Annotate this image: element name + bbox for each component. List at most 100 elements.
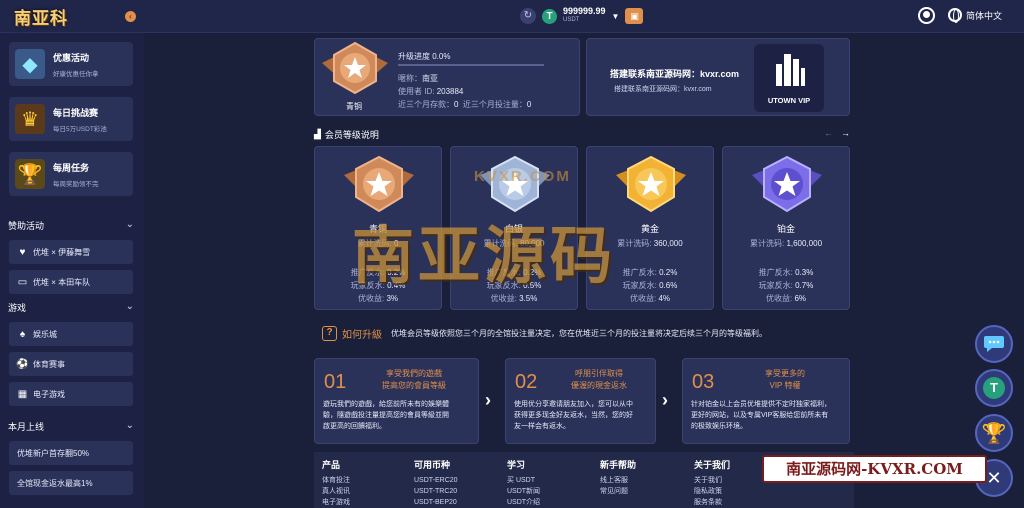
tier-bonus-label: 优收益:: [357, 294, 385, 303]
tier-bonus: 优收益: 6%: [723, 293, 849, 304]
chevron-down-icon: ⌄: [125, 420, 134, 431]
sidebar-item-sponsor-1[interactable]: ♥ 优堆 × 伊藤舞雪: [9, 240, 133, 264]
step-title-line: 優渥的現金返水: [571, 381, 627, 390]
step-card-2: 02 呼朋引伴取得 優渥的現金返水 使用优分享邀请朋友加入，您可以从中 获得更多现金…: [505, 358, 656, 444]
tier-promo-value: 0.2%: [659, 268, 678, 277]
promo-title: 每周任务: [53, 162, 90, 173]
footer-link[interactable]: 买 USDT: [507, 475, 540, 486]
language-label: 简体中文: [966, 10, 1003, 21]
balance-currency: USDT: [563, 17, 580, 23]
city-skyline-icon: [776, 54, 805, 86]
tier-promo-label: 推广反水:: [758, 268, 793, 277]
step-title-line: 享受我們的遊戲: [386, 369, 442, 378]
footer-link[interactable]: USDT新闻: [507, 486, 540, 497]
step-desc-line: 的极致娱乐环境。: [691, 423, 747, 430]
tier-bonus-label: 优收益:: [629, 294, 657, 303]
deposit-button[interactable]: ▣: [625, 8, 644, 24]
step-desc-line: 使用优分享邀请朋友加入，您可以从中: [514, 401, 633, 408]
sidebar-item-sponsor-2[interactable]: ▭ 优堆 × 本田车队: [9, 270, 133, 294]
footer-column-help: 新手帮助 线上客服 常见问题: [600, 458, 636, 497]
promo-card-weekly-tasks[interactable]: 🏆 每周任务 每周奖励领不完: [9, 152, 133, 196]
trophy-icon: 🏆: [981, 422, 1007, 445]
sidebar-item-sports[interactable]: ⚽ 体育赛事: [9, 352, 133, 376]
promo-card-offers[interactable]: ◆ 优惠活动 好康优惠任你拿: [9, 42, 133, 86]
promo-subtitle: 每日5万USDT彩池: [53, 125, 107, 133]
usdt-button[interactable]: T: [975, 369, 1013, 407]
tier-player-value: 0.7%: [795, 281, 814, 290]
close-icon: ✕: [986, 467, 1002, 488]
chevron-right-icon: ›: [485, 390, 491, 410]
currency-dropdown-icon[interactable]: ▼: [612, 12, 620, 21]
sidebar-section-games[interactable]: 游戏 ⌄: [8, 301, 134, 314]
chevron-down-icon: ⌄: [125, 301, 134, 312]
vip-banner-title: 搭建联系南亚源码网：kvxr.com: [610, 69, 740, 79]
sidebar-item-casino[interactable]: ♠ 娱乐城: [9, 322, 133, 346]
step-desc-line: 啟更高的回饋福利。: [323, 423, 386, 430]
footer-link[interactable]: 体育投注: [322, 475, 350, 486]
section-title: 赞助活动: [8, 221, 45, 231]
step-number: 03: [692, 371, 715, 393]
tier-player-value: 0.6%: [659, 281, 678, 290]
footer-column-title: 产品: [322, 460, 341, 470]
promo-card-daily-challenge[interactable]: ♛ 每日挑战赛 每日5万USDT彩池: [9, 97, 133, 141]
chat-support-button[interactable]: [975, 325, 1013, 363]
tier-card-platinum: 铂金 累计洗码: 1,600,000 推广反水: 0.3% 玩家反水: 0.7%…: [722, 146, 850, 310]
how-to-title: 如何升級: [342, 330, 382, 341]
collapse-sidebar-button[interactable]: ‹: [125, 11, 136, 22]
heart-icon: ♥: [19, 246, 26, 258]
footer-link[interactable]: 电子游戏: [322, 497, 350, 508]
user-icon[interactable]: [918, 7, 935, 24]
section-title: 游戏: [8, 303, 27, 313]
sidebar-item-monthly-1[interactable]: 优堆新户首存翻50%: [9, 441, 133, 465]
car-icon: ▭: [17, 276, 28, 288]
promo-subtitle: 每周奖励领不完: [53, 180, 99, 188]
sidebar-item-label: 优堆 × 本田车队: [33, 277, 91, 287]
nickname-value: 南亚: [422, 74, 438, 83]
sidebar-section-sponsor[interactable]: 赞助活动 ⌄: [8, 219, 134, 232]
sidebar-item-label: 体育赛事: [33, 359, 65, 369]
footer-link[interactable]: 服务条款: [694, 497, 730, 508]
language-selector[interactable]: 简体中文: [948, 8, 1003, 23]
prev-arrow-icon[interactable]: ←: [824, 128, 833, 138]
footer-link[interactable]: USDT-BEP20: [414, 497, 458, 508]
section-title: 本月上线: [8, 422, 45, 432]
sidebar-item-monthly-2[interactable]: 全馆现金返水最高1%: [9, 471, 133, 495]
footer-link[interactable]: USDT-TRC20: [414, 486, 458, 497]
step-number: 01: [324, 371, 347, 393]
step-desc-line: 友一样会有返水。: [514, 423, 570, 430]
footer-link[interactable]: USDT介绍: [507, 497, 540, 508]
step-desc-line: 驗，隨遊戲投注量提高您的會員等級並開: [323, 412, 449, 419]
footer-link[interactable]: USDT-ERC20: [414, 475, 458, 486]
how-to-description: 优堆会员等级依照您三个月的全馆投注量决定，您在优堆近三个月的投注量将决定后续三个…: [391, 329, 767, 338]
soccer-ball-icon: ⚽: [16, 358, 29, 370]
next-arrow-icon[interactable]: →: [841, 128, 850, 138]
footer-link[interactable]: 真人视讯: [322, 486, 350, 497]
sidebar-item-label: 优堆新户首存翻50%: [17, 448, 90, 458]
rank-name: 青铜: [346, 102, 362, 111]
step-description: 遊玩我們的遊戲，給您前所未有的娛樂體 驗，隨遊戲投注量提高您的會員等級並開 啟更高的…: [323, 399, 449, 432]
balance-amount: 999999.99: [563, 6, 606, 16]
footer-link[interactable]: 关于我们: [694, 475, 730, 486]
globe-icon: [948, 8, 962, 23]
refresh-icon[interactable]: ↻: [520, 8, 536, 24]
usdt-coin-icon: T: [542, 8, 557, 24]
tier-promo-value: 0.3%: [795, 268, 814, 277]
sidebar-item-slots[interactable]: ▦ 电子游戏: [9, 382, 133, 406]
nickname-label: 暱称：: [398, 74, 422, 83]
utown-vip-label: UTOWN VIP: [767, 96, 811, 105]
footer-column-learn: 学习 买 USDT USDT新闻 USDT介绍: [507, 458, 540, 508]
tier-score-label: 累计洗码:: [617, 239, 652, 248]
footer-link[interactable]: 线上客服: [600, 475, 636, 486]
tier-promo-label: 推广反水:: [622, 268, 657, 277]
trophy-button[interactable]: 🏆: [975, 414, 1013, 452]
footer-column-title: 新手帮助: [600, 460, 637, 470]
footer-link[interactable]: 隐私政策: [694, 486, 730, 497]
step-card-1: 01 享受我們的遊戲 提高您的會員等級 遊玩我們的遊戲，給您前所未有的娛樂體 驗，隨…: [314, 358, 479, 444]
tier-bonus-value: 6%: [794, 294, 807, 303]
promo-title: 优惠活动: [53, 52, 90, 63]
footer-link[interactable]: 常见问题: [600, 486, 636, 497]
step-desc-line: 更好的网站，以及专属VIP客服给您前所未有: [691, 412, 829, 419]
sidebar-section-monthly[interactable]: 本月上线 ⌄: [8, 420, 134, 433]
site-logo[interactable]: 南亚科技: [14, 4, 84, 54]
crown-icon: ♛: [15, 104, 45, 134]
